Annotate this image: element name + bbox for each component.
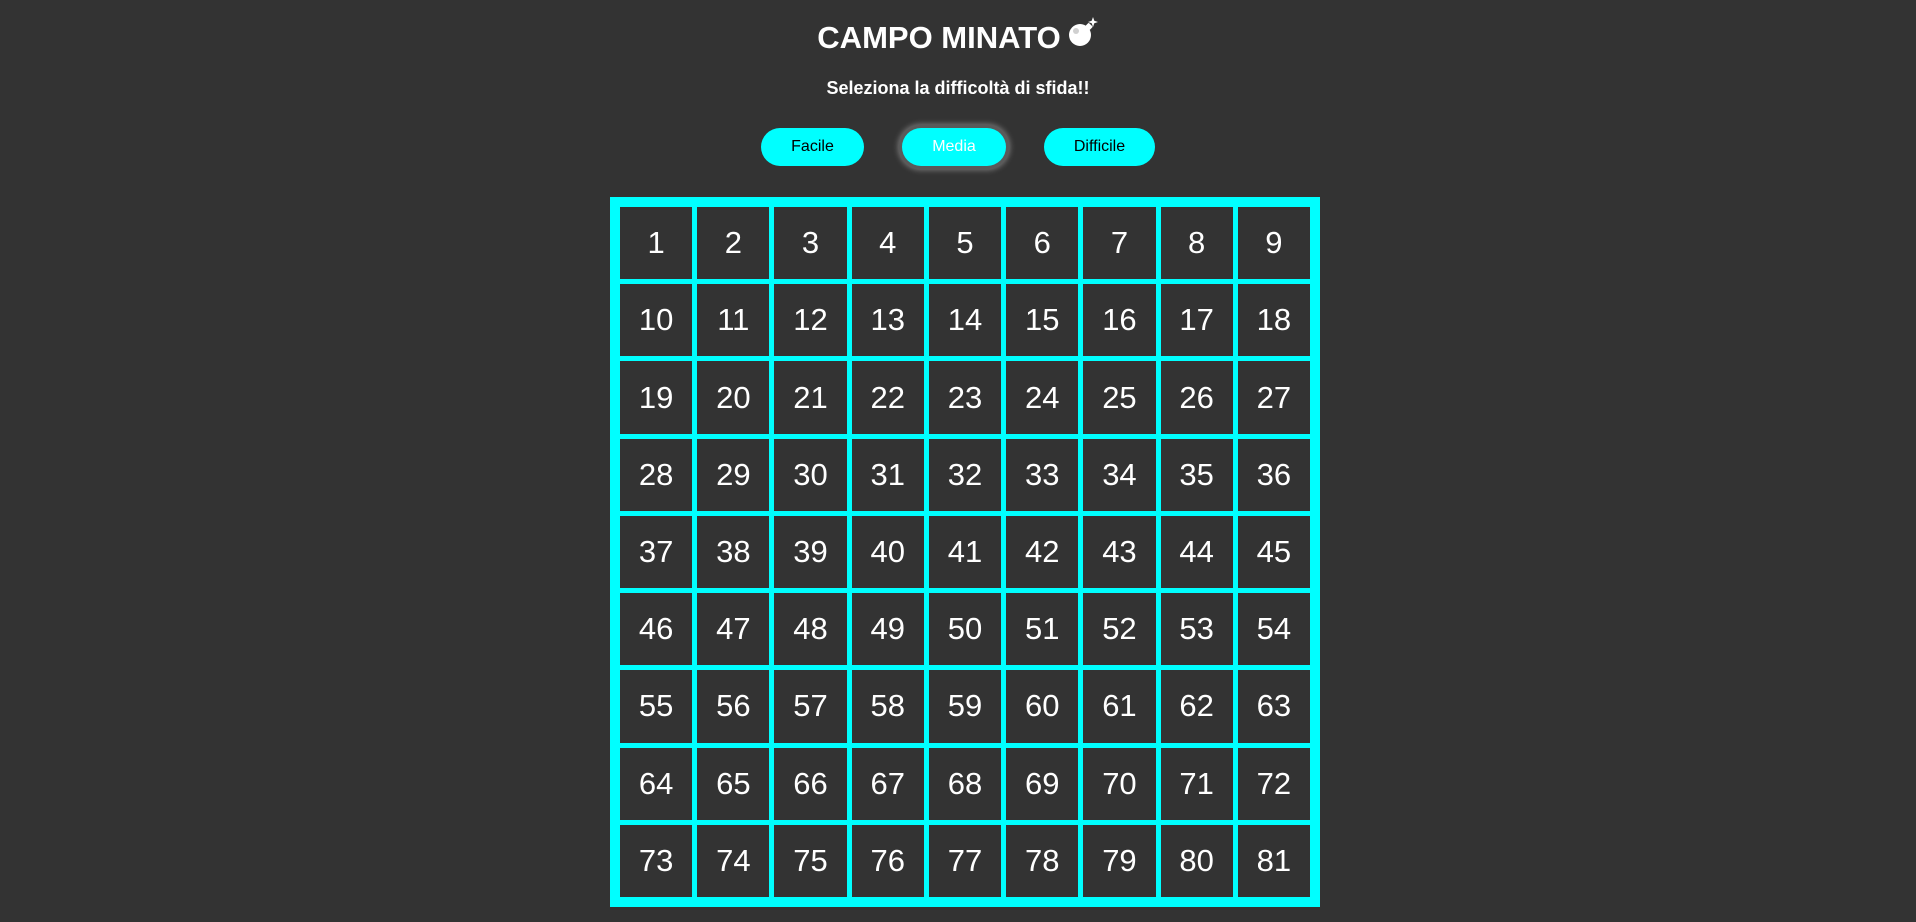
board-cell[interactable]: 44 xyxy=(1160,515,1233,589)
board-cell[interactable]: 22 xyxy=(851,361,924,434)
board-cell[interactable]: 68 xyxy=(928,747,1002,820)
board-cell[interactable]: 74 xyxy=(697,824,770,897)
board-cell[interactable]: 36 xyxy=(1237,438,1310,511)
board-cell[interactable]: 25 xyxy=(1083,361,1156,434)
board-cell[interactable]: 80 xyxy=(1160,824,1233,897)
board-cell[interactable]: 24 xyxy=(1006,361,1079,434)
board-cell[interactable]: 66 xyxy=(774,747,847,820)
board-cell[interactable]: 41 xyxy=(928,515,1002,589)
board-cell[interactable]: 72 xyxy=(1237,747,1310,820)
board-cell[interactable]: 52 xyxy=(1083,593,1156,666)
board-cell[interactable]: 67 xyxy=(851,747,924,820)
board-cell[interactable]: 10 xyxy=(620,284,693,357)
board-cell[interactable]: 64 xyxy=(620,747,693,820)
board-cell[interactable]: 61 xyxy=(1083,670,1156,743)
board-cell[interactable]: 76 xyxy=(851,824,924,897)
board-cell[interactable]: 55 xyxy=(620,670,693,743)
board-cell[interactable]: 31 xyxy=(851,438,924,511)
board-cell[interactable]: 26 xyxy=(1160,361,1233,434)
board-cell[interactable]: 4 xyxy=(851,207,924,280)
board-cell[interactable]: 58 xyxy=(851,670,924,743)
board-cell[interactable]: 60 xyxy=(1006,670,1079,743)
board-cell[interactable]: 47 xyxy=(697,593,770,666)
page-title: CAMPO MINATO xyxy=(0,16,1916,61)
board-cell[interactable]: 50 xyxy=(928,593,1002,666)
board-cell[interactable]: 77 xyxy=(928,824,1002,897)
page: CAMPO MINATO Seleziona la difficoltà di … xyxy=(0,0,1916,922)
board-cell[interactable]: 9 xyxy=(1237,207,1310,280)
board-cell[interactable]: 11 xyxy=(697,284,770,357)
board-cell[interactable]: 75 xyxy=(774,824,847,897)
board-cell[interactable]: 51 xyxy=(1006,593,1079,666)
board-cell[interactable]: 38 xyxy=(697,515,770,589)
board-cell[interactable]: 7 xyxy=(1083,207,1156,280)
board-cell[interactable]: 15 xyxy=(1006,284,1079,357)
board-cell[interactable]: 42 xyxy=(1006,515,1079,589)
board-cell[interactable]: 2 xyxy=(697,207,770,280)
board-cell[interactable]: 13 xyxy=(851,284,924,357)
board-cell[interactable]: 65 xyxy=(697,747,770,820)
board-cell[interactable]: 34 xyxy=(1083,438,1156,511)
board-cell[interactable]: 5 xyxy=(928,207,1002,280)
board-cell[interactable]: 53 xyxy=(1160,593,1233,666)
board-cell[interactable]: 48 xyxy=(774,593,847,666)
board-cell[interactable]: 29 xyxy=(697,438,770,511)
page-title-text: CAMPO MINATO xyxy=(817,20,1061,55)
board-cell[interactable]: 19 xyxy=(620,361,693,434)
medium-button[interactable]: Media xyxy=(902,128,1006,166)
board-cell[interactable]: 21 xyxy=(774,361,847,434)
board-cell[interactable]: 57 xyxy=(774,670,847,743)
board-cell[interactable]: 28 xyxy=(620,438,693,511)
board-cell[interactable]: 69 xyxy=(1006,747,1079,820)
board-cell[interactable]: 62 xyxy=(1160,670,1233,743)
board-cell[interactable]: 27 xyxy=(1237,361,1310,434)
difficulty-selector: Facile Media Difficile xyxy=(0,128,1916,166)
hard-button[interactable]: Difficile xyxy=(1044,128,1155,166)
board-cell[interactable]: 43 xyxy=(1083,515,1156,589)
board-cell[interactable]: 59 xyxy=(928,670,1002,743)
board-cell[interactable]: 3 xyxy=(774,207,847,280)
board-cell[interactable]: 71 xyxy=(1160,747,1233,820)
board-cell[interactable]: 33 xyxy=(1006,438,1079,511)
board-cell[interactable]: 6 xyxy=(1006,207,1079,280)
board-cell[interactable]: 81 xyxy=(1237,824,1310,897)
game-board: 1 2 3 4 5 6 7 8 9 10 11 12 13 14 15 16 17 18 19 20 21 22 23 24 2… xyxy=(610,197,1320,907)
board-cell[interactable]: 8 xyxy=(1160,207,1233,280)
board-cell[interactable]: 16 xyxy=(1083,284,1156,357)
board-cell[interactable]: 79 xyxy=(1083,824,1156,897)
board-cell[interactable]: 39 xyxy=(774,515,847,589)
board-cell[interactable]: 56 xyxy=(697,670,770,743)
board-cell[interactable]: 35 xyxy=(1160,438,1233,511)
board-cell[interactable]: 37 xyxy=(620,515,693,589)
board-cell[interactable]: 49 xyxy=(851,593,924,666)
subtitle: Seleziona la difficoltà di sfida!! xyxy=(826,78,1090,98)
board-cell[interactable]: 40 xyxy=(851,515,924,589)
board-cell[interactable]: 46 xyxy=(620,593,693,666)
board-cell[interactable]: 20 xyxy=(697,361,770,434)
board-cell[interactable]: 23 xyxy=(928,361,1002,434)
board-cell[interactable]: 12 xyxy=(774,284,847,357)
board-cell[interactable]: 54 xyxy=(1237,593,1310,666)
board-cell[interactable]: 78 xyxy=(1006,824,1079,897)
board-cell[interactable]: 30 xyxy=(774,438,847,511)
board-cell[interactable]: 14 xyxy=(928,284,1002,357)
easy-button[interactable]: Facile xyxy=(761,128,864,166)
board-cell[interactable]: 45 xyxy=(1237,515,1310,589)
board-cell[interactable]: 73 xyxy=(620,824,693,897)
bomb-icon xyxy=(1067,16,1099,58)
board-cell[interactable]: 17 xyxy=(1160,284,1233,357)
board-cell[interactable]: 63 xyxy=(1237,670,1310,743)
board-cell[interactable]: 70 xyxy=(1083,747,1156,820)
board-cell[interactable]: 32 xyxy=(928,438,1002,511)
board-cell[interactable]: 1 xyxy=(620,207,693,280)
board-cell[interactable]: 18 xyxy=(1237,284,1310,357)
